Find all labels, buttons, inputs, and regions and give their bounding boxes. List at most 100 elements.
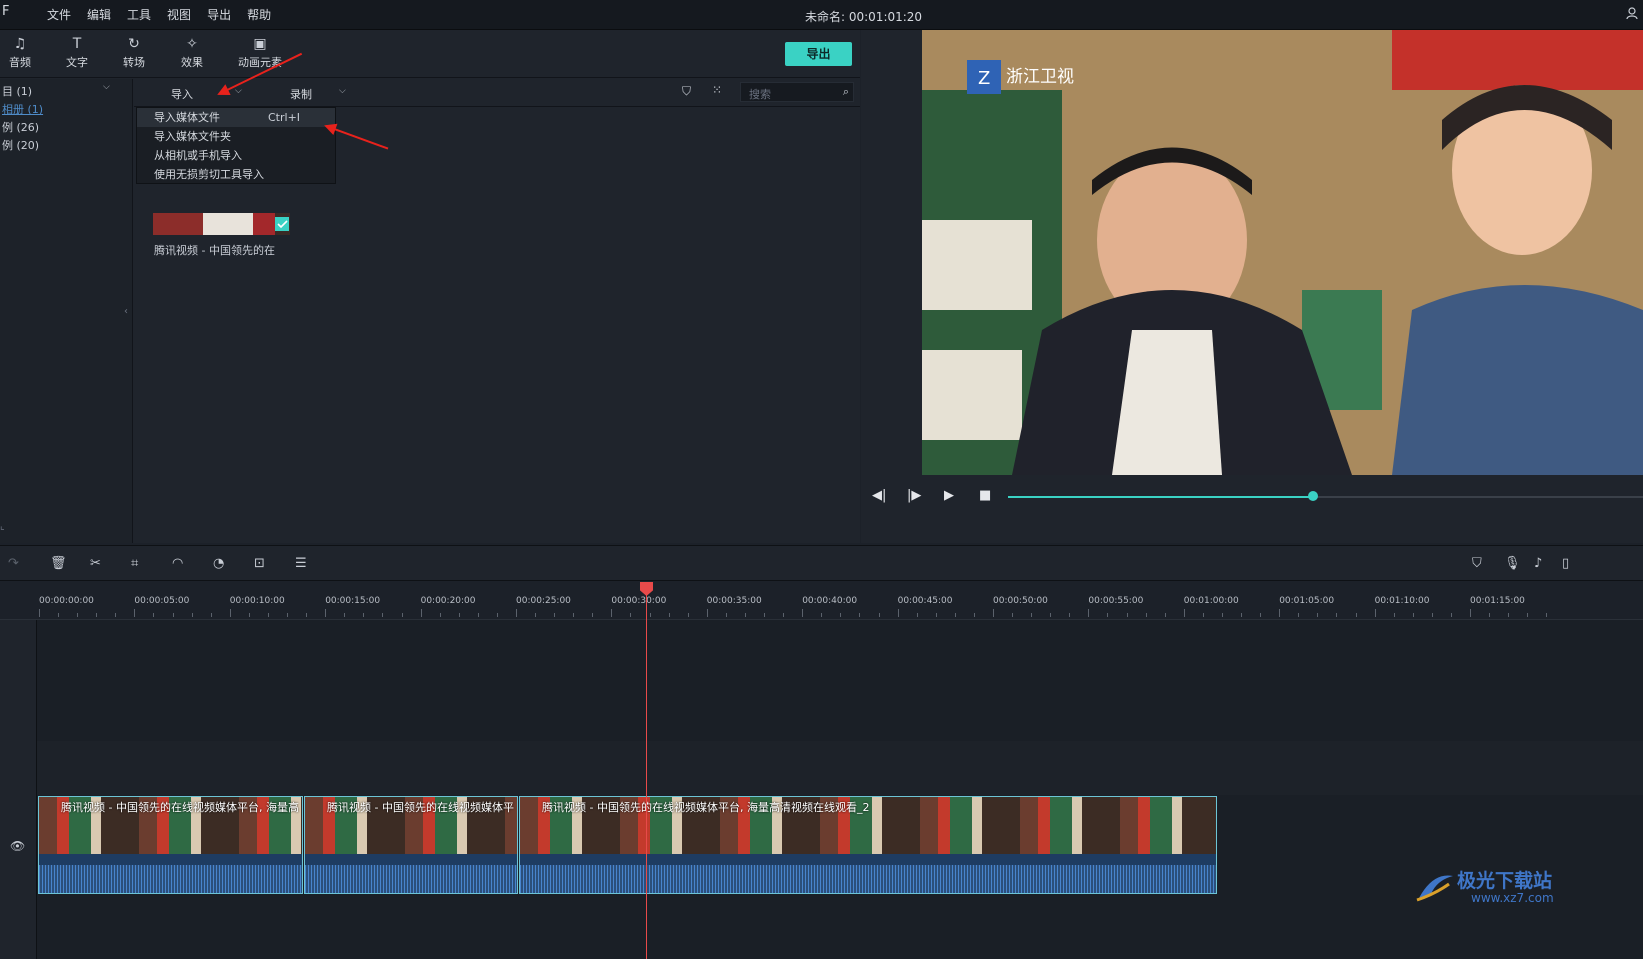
- ruler-tick: [1298, 613, 1300, 617]
- chevron-down-icon[interactable]: ⌵: [339, 86, 346, 96]
- tree-row-album[interactable]: 相册 (1): [2, 101, 43, 117]
- track-header: 👁︎: [0, 620, 37, 959]
- tree-row-sample-1[interactable]: 例 (26): [2, 119, 39, 135]
- delete-icon[interactable]: 🗑︎: [50, 556, 67, 571]
- speed-icon[interactable]: ◠: [172, 556, 183, 571]
- ruler-tick-label: 00:01:05:00: [1279, 596, 1335, 606]
- progress-handle[interactable]: [1307, 491, 1318, 501]
- channel-logo-text: 浙江卫视: [1006, 67, 1074, 87]
- ruler-tick: [477, 613, 479, 617]
- timeline-ruler[interactable]: 00:00:00:00 00:00:05:00 00:00:10:00 00:00:1…: [0, 582, 1643, 620]
- clip-divider: [39, 854, 302, 865]
- clip-label: 腾讯视频 - 中国领先的在线视频媒体平: [327, 801, 514, 814]
- ruler-tick: [1107, 613, 1109, 617]
- video-clip[interactable]: 腾讯视频 - 中国领先的在线视频媒体平: [304, 796, 518, 894]
- audio-mixer-icon[interactable]: ♪: [1534, 556, 1542, 571]
- tool-transition[interactable]: ↻ 转场: [109, 36, 159, 70]
- effects-icon: ✧: [186, 36, 198, 52]
- menu-edit[interactable]: 编辑: [87, 6, 111, 23]
- watermark-logo-icon: [1416, 875, 1453, 902]
- ruler-tick: [1431, 613, 1433, 617]
- ruler-tick: [58, 613, 60, 617]
- ruler-tick-label: 00:00:05:00: [134, 596, 190, 606]
- marker-icon[interactable]: ⛉: [1472, 556, 1482, 571]
- export-button[interactable]: 导出: [785, 42, 852, 66]
- crop-icon[interactable]: ⌗: [131, 556, 138, 571]
- media-thumbnail[interactable]: [153, 213, 290, 235]
- video-clip[interactable]: 腾讯视频 - 中国领先的在线视频媒体平台, 海量高: [38, 796, 303, 894]
- ruler-tick: [363, 613, 365, 617]
- video-clip[interactable]: 腾讯视频 - 中国领先的在线视频媒体平台, 海量高清视频在线观看_2: [519, 796, 1217, 894]
- ruler-tick: [1241, 613, 1243, 617]
- menu-item-label: 使用无损剪切工具导入: [154, 168, 264, 181]
- svg-text:Z: Z: [978, 68, 990, 89]
- ruler-tick: [1031, 613, 1033, 617]
- audio-waveform: [305, 865, 517, 893]
- import-button[interactable]: 导入: [171, 86, 193, 102]
- ruler-tick: [1183, 609, 1185, 617]
- record-button[interactable]: 录制: [290, 86, 312, 102]
- grid-view-icon[interactable]: ⁙: [712, 83, 722, 97]
- eye-icon[interactable]: 👁︎: [10, 839, 25, 853]
- menu-file[interactable]: 文件: [47, 6, 71, 23]
- search-input[interactable]: 搜索 ⌕: [740, 82, 854, 102]
- clip-label: 腾讯视频 - 中国领先的在线视频媒体平台, 海量高: [61, 801, 299, 814]
- menu-view[interactable]: 视图: [167, 6, 191, 23]
- color-icon[interactable]: ◔: [213, 556, 224, 571]
- ruler-tick-label: 00:00:10:00: [229, 596, 285, 606]
- redo-icon[interactable]: ↷: [8, 556, 19, 571]
- chevron-down-icon[interactable]: ⌵: [103, 82, 110, 92]
- add-folder-icon[interactable]: ⌞: [0, 521, 5, 532]
- ruler-tick: [687, 613, 689, 617]
- settings-icon[interactable]: ▯: [1562, 556, 1569, 571]
- tree-row-sample-2[interactable]: 例 (20): [2, 137, 39, 153]
- ruler-tick-label: 00:00:20:00: [420, 596, 476, 606]
- adjust-icon[interactable]: ☰: [295, 556, 307, 571]
- ruler-tick: [954, 613, 956, 617]
- green-screen-icon[interactable]: ⊡: [254, 556, 265, 571]
- menu-item-label: 导入媒体文件: [154, 111, 220, 124]
- ruler-tick: [935, 613, 937, 617]
- tree-row-project[interactable]: 目 (1): [2, 83, 32, 99]
- ruler-tick: [668, 613, 670, 617]
- ruler-tick: [1450, 613, 1452, 617]
- tool-text[interactable]: T 文字: [52, 36, 102, 70]
- microphone-icon[interactable]: 🎙︎: [1504, 556, 1521, 571]
- ruler-tick-label: 00:00:55:00: [1088, 596, 1144, 606]
- ruler-tick: [1527, 613, 1529, 617]
- ruler-tick-label: 00:01:10:00: [1374, 596, 1430, 606]
- tool-effects[interactable]: ✧ 效果: [167, 36, 217, 70]
- menu-item-import-media[interactable]: 导入媒体文件 Ctrl+I: [137, 108, 335, 127]
- next-frame-icon[interactable]: |▶︎: [907, 488, 921, 503]
- menu-item-import-lossless[interactable]: 使用无损剪切工具导入: [137, 165, 335, 184]
- cut-icon[interactable]: ✂: [90, 556, 101, 571]
- play-icon[interactable]: ▶︎: [944, 488, 954, 503]
- menu-export[interactable]: 导出: [207, 6, 231, 23]
- filter-icon[interactable]: ⛉: [682, 84, 691, 99]
- search-icon[interactable]: ⌕: [843, 85, 849, 99]
- tool-elements[interactable]: ▣ 动画元素: [230, 36, 290, 70]
- clip-label: 腾讯视频 - 中国领先的在线视频媒体平台, 海量高清视频在线观看_2: [542, 801, 870, 814]
- menu-item-import-camera[interactable]: 从相机或手机导入: [137, 146, 335, 165]
- ruler-tick: [1260, 613, 1262, 617]
- menu-item-label: 导入媒体文件夹: [154, 130, 231, 143]
- ruler-tick: [39, 609, 40, 617]
- user-icon[interactable]: [1625, 6, 1639, 20]
- ruler-tick: [1202, 613, 1204, 617]
- tool-audio[interactable]: ♫ 音频: [0, 36, 45, 70]
- previous-frame-icon[interactable]: ◀︎|: [872, 488, 886, 503]
- chevron-down-icon[interactable]: ⌵: [235, 86, 242, 96]
- menu-item-import-folder[interactable]: 导入媒体文件夹: [137, 127, 335, 146]
- image-icon: ▣: [253, 36, 267, 52]
- tool-audio-label: 音频: [9, 56, 31, 69]
- stop-icon[interactable]: ■: [979, 488, 991, 503]
- ruler-tick: [1164, 613, 1166, 617]
- ruler-tick: [1336, 613, 1338, 617]
- ruler-tick: [325, 609, 327, 617]
- project-title: 未命名: 00:01:01:20: [805, 10, 923, 24]
- video-preview[interactable]: Z 浙江卫视: [922, 30, 1643, 475]
- menu-tools[interactable]: 工具: [127, 6, 151, 23]
- collapse-arrow-icon[interactable]: ‹: [124, 306, 128, 317]
- ruler-tick: [516, 609, 517, 617]
- menu-help[interactable]: 帮助: [247, 6, 271, 23]
